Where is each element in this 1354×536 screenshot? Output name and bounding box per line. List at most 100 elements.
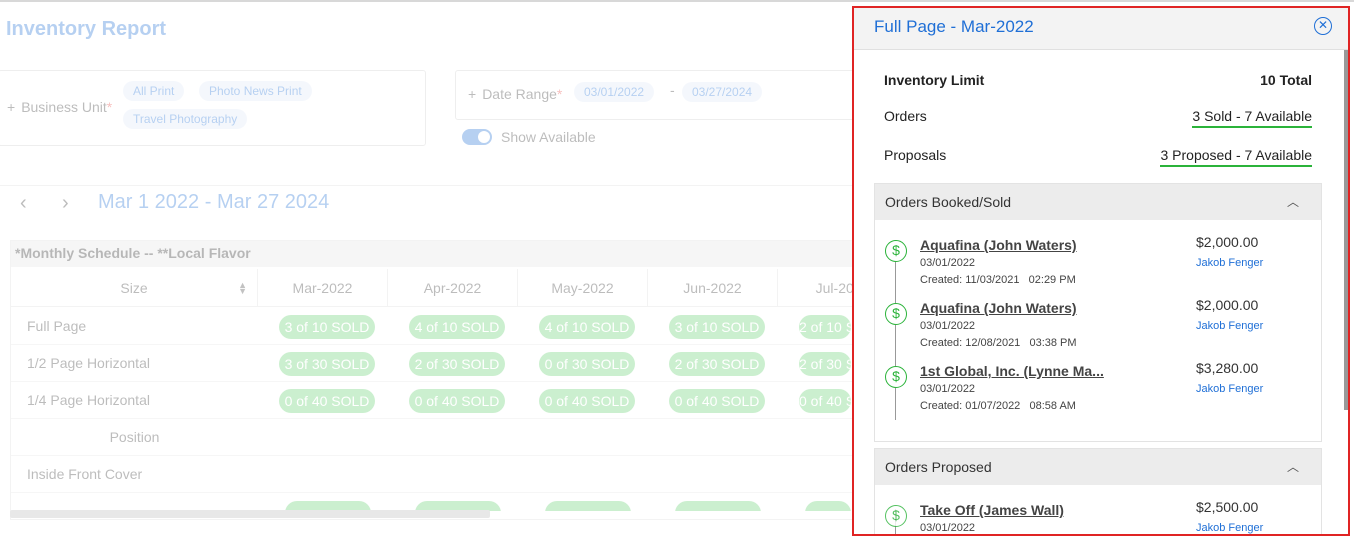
row-label: Position bbox=[109, 429, 160, 445]
sold-badge[interactable]: 3 of 10 SOLD bbox=[279, 315, 375, 339]
table-row bbox=[11, 493, 859, 511]
sales-rep-link[interactable]: Jakob Fenger bbox=[1196, 383, 1263, 395]
date-separator: - bbox=[670, 82, 675, 98]
business-unit-label: + Business Unit* bbox=[7, 99, 113, 115]
order-entry: $ Aquafina (John Waters) 03/01/2022 Crea… bbox=[883, 234, 1313, 297]
date-from-chip[interactable]: 03/01/2022 bbox=[574, 82, 655, 102]
show-available-label: Show Available bbox=[501, 129, 596, 145]
sales-rep-link[interactable]: Jakob Fenger bbox=[1196, 320, 1263, 332]
order-date: 03/01/2022 bbox=[920, 383, 976, 395]
sold-badge[interactable]: 4 of 10 SOLD bbox=[539, 315, 635, 339]
horizontal-scrollbar[interactable] bbox=[10, 510, 490, 518]
order-created: Created: 01/07/2022 08:58 AM bbox=[920, 400, 1076, 412]
order-amount: $2,000.00 bbox=[1196, 297, 1259, 313]
filter-chip[interactable]: Photo News Print bbox=[199, 81, 312, 101]
proposals-label: Proposals bbox=[884, 147, 947, 163]
order-name-link[interactable]: Aquafina (John Waters) bbox=[920, 237, 1120, 253]
order-name-link[interactable]: Aquafina (John Waters) bbox=[920, 300, 1120, 316]
order-date: 03/01/2022 bbox=[920, 320, 976, 332]
schedule-title: *Monthly Schedule -- **Local Flavor bbox=[11, 241, 859, 267]
schedule-table: *Monthly Schedule -- **Local Flavor Size… bbox=[10, 240, 908, 520]
dollar-icon: $ bbox=[885, 366, 907, 388]
sold-badge[interactable]: 2 of 30 SOLD bbox=[409, 352, 505, 376]
dollar-icon: $ bbox=[885, 505, 907, 527]
date-range-filter[interactable]: + Date Range* 03/01/2022 - 03/27/2024 bbox=[455, 70, 865, 120]
add-icon: + bbox=[7, 99, 16, 115]
page-title: Inventory Report bbox=[6, 18, 167, 40]
proposal-amount: $2,500.00 bbox=[1196, 499, 1259, 515]
order-date: 03/01/2022 bbox=[920, 257, 976, 269]
proposal-name-link[interactable]: Take Off (James Wall) bbox=[920, 502, 1120, 518]
chevron-up-icon[interactable]: ︿ bbox=[1287, 184, 1299, 220]
sold-badge[interactable]: 2 of 30 SOLD bbox=[669, 352, 765, 376]
date-to-chip[interactable]: 03/27/2024 bbox=[682, 82, 763, 102]
next-arrow-icon[interactable]: › bbox=[62, 192, 69, 215]
sold-badge[interactable] bbox=[545, 501, 631, 511]
table-row: Full Page 3 of 10 SOLD 4 of 10 SOLD 4 of… bbox=[11, 308, 859, 345]
sales-rep-link[interactable]: Jakob Fenger bbox=[1196, 257, 1263, 269]
month-column-header: Jun-2022 bbox=[648, 269, 778, 307]
sold-badge[interactable]: 2 of 30 SOLD bbox=[799, 352, 851, 376]
table-row: 1/2 Page Horizontal 3 of 30 SOLD 2 of 30… bbox=[11, 345, 859, 382]
proposal-entry: $ Take Off (James Wall) 03/01/2022 $2,50… bbox=[883, 499, 1313, 534]
order-created: Created: 12/08/2021 03:38 PM bbox=[920, 337, 1077, 349]
row-label: Inside Front Cover bbox=[27, 466, 143, 482]
order-entry: $ Aquafina (John Waters) 03/01/2022 Crea… bbox=[883, 297, 1313, 360]
add-icon: + bbox=[468, 86, 477, 102]
proposals-value-link[interactable]: 3 Proposed - 7 Available bbox=[1160, 147, 1312, 167]
order-created: Created: 11/03/2021 02:29 PM bbox=[920, 274, 1076, 286]
vertical-scrollbar[interactable] bbox=[1344, 50, 1348, 410]
table-row: 1/4 Page Horizontal 0 of 40 SOLD 0 of 40… bbox=[11, 382, 859, 419]
row-label: Full Page bbox=[27, 318, 87, 334]
orders-proposed-header[interactable]: Orders Proposed ︿ bbox=[875, 449, 1321, 485]
previous-arrow-icon[interactable]: ‹ bbox=[20, 192, 27, 215]
order-amount: $3,280.00 bbox=[1196, 360, 1259, 376]
date-range-title: Mar 1 2022 - Mar 27 2024 bbox=[98, 191, 330, 213]
sold-badge[interactable]: 3 of 10 SOLD bbox=[669, 315, 765, 339]
divider bbox=[0, 185, 860, 186]
order-amount: $2,000.00 bbox=[1196, 234, 1259, 250]
table-header-row: Size ▲ ▼ Mar-2022 Apr-2022 May-2022 Jun-20… bbox=[11, 269, 908, 307]
date-range-label: + Date Range* bbox=[468, 86, 563, 102]
order-name-link[interactable]: 1st Global, Inc. (Lynne Ma... bbox=[920, 363, 1120, 379]
chevron-up-icon[interactable]: ︿ bbox=[1287, 449, 1299, 485]
table-row: Inside Front Cover bbox=[11, 456, 859, 493]
business-unit-filter[interactable]: + Business Unit* All Print Photo News Pri… bbox=[0, 70, 426, 146]
orders-value-link[interactable]: 3 Sold - 7 Available bbox=[1192, 108, 1312, 128]
table-row: Position bbox=[11, 419, 859, 456]
sold-badge[interactable]: 2 of 10 SOLD bbox=[799, 315, 851, 339]
show-available-toggle[interactable] bbox=[462, 129, 492, 145]
inventory-limit-value: 10 Total bbox=[1260, 72, 1312, 88]
sold-badge[interactable] bbox=[675, 501, 761, 511]
orders-proposed-section: Orders Proposed ︿ $ Take Off (James Wall… bbox=[874, 448, 1322, 534]
proposal-date: 03/01/2022 bbox=[920, 522, 976, 534]
orders-booked-header[interactable]: Orders Booked/Sold ︿ bbox=[875, 184, 1321, 220]
sold-badge[interactable]: 3 of 30 SOLD bbox=[279, 352, 375, 376]
orders-booked-section: Orders Booked/Sold ︿ $ Aquafina (John Wa… bbox=[874, 183, 1322, 442]
sold-badge[interactable]: 0 of 40 SOLD bbox=[799, 389, 851, 413]
row-label: 1/4 Page Horizontal bbox=[27, 392, 150, 408]
inventory-detail-panel: Full Page - Mar-2022 ✕ Inventory Limit 1… bbox=[852, 6, 1350, 536]
order-entry: $ 1st Global, Inc. (Lynne Ma... 03/01/20… bbox=[883, 360, 1313, 423]
sold-badge[interactable]: 0 of 40 SOLD bbox=[539, 389, 635, 413]
sold-badge[interactable] bbox=[805, 501, 851, 511]
sold-badge[interactable]: 0 of 40 SOLD bbox=[409, 389, 505, 413]
filter-chip[interactable]: Travel Photography bbox=[123, 109, 248, 129]
sold-badge[interactable]: 0 of 30 SOLD bbox=[539, 352, 635, 376]
month-column-header: Mar-2022 bbox=[258, 269, 388, 307]
inventory-limit-label: Inventory Limit bbox=[884, 72, 985, 88]
size-column-header[interactable]: Size ▲ ▼ bbox=[11, 269, 258, 307]
sales-rep-link[interactable]: Jakob Fenger bbox=[1196, 522, 1263, 534]
month-column-header: May-2022 bbox=[518, 269, 648, 307]
row-label: 1/2 Page Horizontal bbox=[27, 355, 150, 371]
sold-badge[interactable]: 0 of 40 SOLD bbox=[669, 389, 765, 413]
sold-badge[interactable]: 0 of 40 SOLD bbox=[279, 389, 375, 413]
panel-header: Full Page - Mar-2022 ✕ bbox=[854, 8, 1348, 50]
close-icon[interactable]: ✕ bbox=[1314, 17, 1332, 35]
orders-label: Orders bbox=[884, 108, 927, 124]
sort-icon[interactable]: ▲ ▼ bbox=[238, 281, 247, 296]
sold-badge[interactable]: 4 of 10 SOLD bbox=[409, 315, 505, 339]
dollar-icon: $ bbox=[885, 303, 907, 325]
filter-chip[interactable]: All Print bbox=[123, 81, 185, 101]
month-column-header: Apr-2022 bbox=[388, 269, 518, 307]
